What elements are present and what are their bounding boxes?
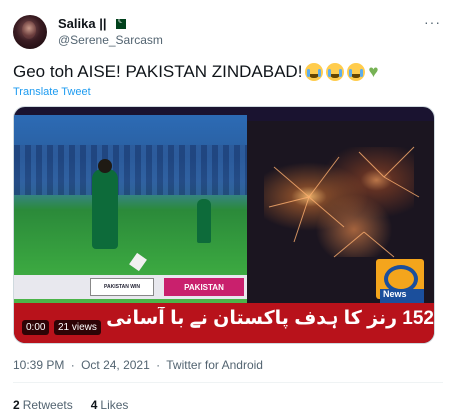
likes-count: 4 <box>90 398 98 412</box>
batsman-figure <box>197 199 211 243</box>
tweet-time[interactable]: 10:39 PM <box>13 358 64 372</box>
loudly-crying-face-icon <box>305 63 324 81</box>
more-options-icon[interactable]: ··· <box>424 14 441 30</box>
likes-label: Likes <box>100 398 129 412</box>
broadcast-scorebar: PAKISTAN WIN PAKISTAN <box>14 275 247 299</box>
author-name-row: Salika || <box>58 15 127 31</box>
news-tag: News <box>380 289 424 303</box>
avatar[interactable] <box>13 15 47 49</box>
fireworks-sparks <box>268 146 420 258</box>
retweets-label: Retweets <box>22 398 73 412</box>
tweet-card: Salika || @Serene_Sarcasm ··· Geo toh AI… <box>0 0 452 418</box>
tweet-text: Geo toh AISE! PAKISTAN ZINDABAD! <box>13 62 303 81</box>
meta-separator: · <box>70 358 75 372</box>
tweet-client[interactable]: Twitter for Android <box>166 358 263 372</box>
author-display-name[interactable]: Salika || <box>58 16 106 31</box>
team-label: PAKISTAN <box>184 282 224 292</box>
retweets-count: 2 <box>13 398 20 412</box>
author-handle[interactable]: @Serene_Sarcasm <box>58 33 163 47</box>
retweets-stat[interactable]: 2 Retweets <box>13 398 73 412</box>
tweet-stats: 2 Retweets 4 Likes <box>13 398 128 412</box>
batsman-figure <box>92 159 118 249</box>
loudly-crying-face-icon <box>347 63 366 81</box>
green-heart-icon: ♥ <box>368 62 379 81</box>
tweet-text-row: Geo toh AISE! PAKISTAN ZINDABAD! ♥ <box>13 62 379 82</box>
likes-stat[interactable]: 4 Likes <box>91 398 129 412</box>
tweet-date[interactable]: Oct 24, 2021 <box>81 358 150 372</box>
translate-tweet-link[interactable]: Translate Tweet <box>13 86 91 98</box>
pakistan-flag-icon <box>112 15 127 29</box>
loudly-crying-face-icon <box>326 63 345 81</box>
tweet-meta: 10:39 PM · Oct 24, 2021 · Twitter for An… <box>13 358 263 372</box>
ticker-text: 152 رنز کا ہدف پاکستان نے با آسانی 17.5 … <box>104 308 434 329</box>
pakistan-win-label: PAKISTAN WIN <box>104 284 140 290</box>
video-player[interactable]: PAKISTAN WIN PAKISTAN News 152 رنز کا ہد… <box>13 106 435 344</box>
pakistan-win-box: PAKISTAN WIN <box>90 278 154 296</box>
divider <box>13 382 443 383</box>
stadium-stands <box>14 145 247 195</box>
meta-separator: · <box>156 358 161 372</box>
video-elapsed-badge: 0:00 <box>22 320 50 335</box>
video-views-badge: 21 views <box>54 320 101 335</box>
team-label-box: PAKISTAN <box>164 278 244 296</box>
